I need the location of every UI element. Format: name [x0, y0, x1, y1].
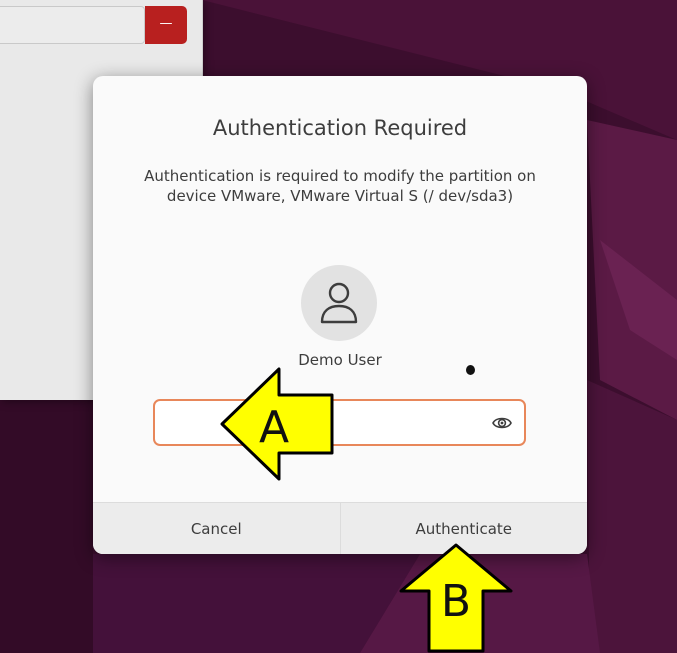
eye-icon[interactable] — [492, 414, 512, 432]
username-label: Demo User — [298, 351, 382, 369]
user-avatar — [301, 265, 377, 341]
annotation-arrow-b: B — [399, 543, 513, 653]
dialog-title: Authentication Required — [212, 116, 468, 140]
authentication-dialog: Authentication Required Authentication i… — [93, 76, 587, 554]
dialog-message: Authentication is required to modify the… — [144, 167, 536, 205]
user-icon — [320, 282, 358, 324]
background-window-field[interactable] — [0, 6, 145, 44]
password-field[interactable] — [153, 399, 526, 446]
background-window-button[interactable]: — — [145, 6, 187, 44]
cancel-button[interactable]: Cancel — [93, 503, 340, 554]
mouse-cursor-dot — [466, 365, 475, 375]
annotation-arrow-a: A — [220, 367, 334, 481]
annotation-label-b: B — [441, 576, 471, 627]
annotation-label-a: A — [259, 402, 289, 453]
